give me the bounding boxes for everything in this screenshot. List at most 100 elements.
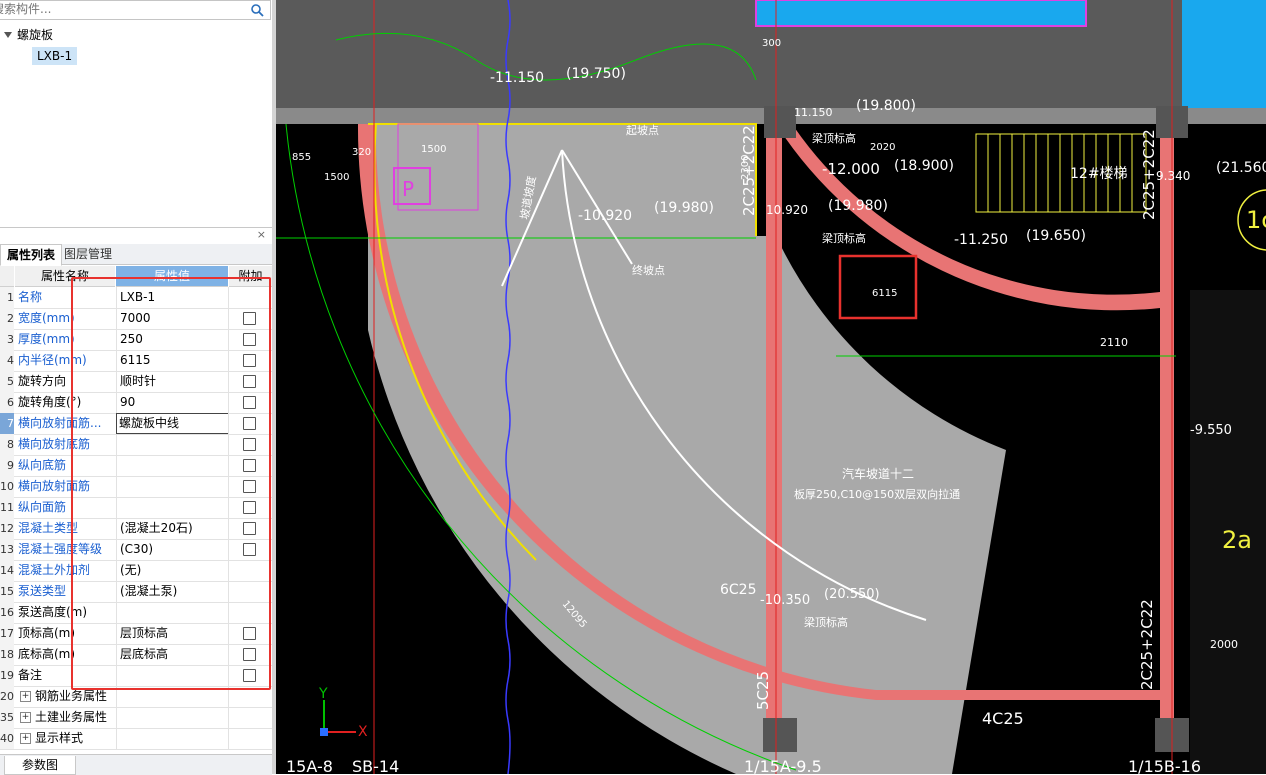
table-row[interactable]: 3 厚度(mm) 250: [0, 329, 272, 351]
cad-label: -11.250: [954, 232, 1008, 248]
extra-checkbox[interactable]: [243, 459, 256, 472]
extra-checkbox[interactable]: [243, 669, 256, 682]
extra-cell: [228, 497, 269, 518]
extra-checkbox[interactable]: [243, 543, 256, 556]
tree-node-spiral-slab[interactable]: 螺旋板: [4, 26, 53, 43]
property-value[interactable]: (混凝土20石): [116, 518, 230, 539]
table-row[interactable]: 10 横向放射面筋: [0, 476, 272, 498]
table-row[interactable]: 2 宽度(mm) 7000: [0, 308, 272, 330]
property-name: 旋转角度(°): [18, 395, 82, 409]
property-value[interactable]: [116, 476, 230, 497]
search-input[interactable]: [0, 1, 232, 17]
water-area-right: [1182, 0, 1266, 108]
table-row[interactable]: 9 纵向底筋: [0, 455, 272, 477]
extra-checkbox[interactable]: [243, 312, 256, 325]
property-value[interactable]: 90: [116, 392, 230, 413]
property-value[interactable]: [116, 455, 230, 476]
extra-checkbox[interactable]: [243, 396, 256, 409]
extra-checkbox[interactable]: [243, 438, 256, 451]
cad-label: 12#楼梯: [1070, 166, 1128, 182]
property-name: 旋转方向: [18, 374, 67, 388]
axis-y-label: Y: [318, 686, 328, 702]
property-value[interactable]: (混凝土泵): [116, 581, 230, 602]
tab-layer-management[interactable]: 图层管理: [58, 244, 118, 264]
table-row[interactable]: 17 顶标高(m) 层顶标高: [0, 623, 272, 645]
table-row[interactable]: 16 泵送高度(m): [0, 602, 272, 624]
table-row[interactable]: 13 混凝土强度等级 (C30): [0, 539, 272, 561]
property-tabs: 属性列表 图层管理: [0, 244, 272, 266]
column-3: [763, 718, 797, 752]
extra-cell: [228, 455, 269, 476]
extra-checkbox[interactable]: [243, 333, 256, 346]
property-value[interactable]: 顺时针: [116, 371, 230, 392]
property-value[interactable]: 6115: [116, 350, 230, 371]
cad-drawing-canvas[interactable]: -11.150 (19.750) 300 11.150 (19.800) 起坡点…: [276, 0, 1266, 774]
table-row-group[interactable]: 40 + 显示样式: [0, 728, 272, 750]
property-value[interactable]: [116, 497, 230, 518]
property-value[interactable]: [116, 602, 230, 623]
cad-label: 1500: [421, 144, 446, 155]
expand-plus-icon[interactable]: +: [20, 733, 31, 744]
cad-label: -12.000: [822, 160, 880, 178]
table-row[interactable]: 19 备注: [0, 665, 272, 687]
table-row[interactable]: 11 纵向面筋: [0, 497, 272, 519]
table-row[interactable]: 14 混凝土外加剂 (无): [0, 560, 272, 582]
table-row[interactable]: 15 泵送类型 (混凝土泵): [0, 581, 272, 603]
property-value[interactable]: (C30): [116, 539, 230, 560]
extra-cell: [228, 434, 269, 455]
property-name: 泵送类型: [18, 584, 67, 598]
property-value[interactable]: [116, 665, 230, 686]
ramp-beam-inner: [776, 124, 1160, 311]
extra-checkbox[interactable]: [243, 501, 256, 514]
table-row-group[interactable]: 20 + 钢筋业务属性: [0, 686, 272, 708]
expand-plus-icon[interactable]: +: [20, 712, 31, 723]
table-row[interactable]: 12 混凝土类型 (混凝土20石): [0, 518, 272, 540]
table-row[interactable]: 8 横向放射底筋: [0, 434, 272, 456]
table-row-group[interactable]: 35 + 土建业务属性: [0, 707, 272, 729]
cad-label: (18.900): [894, 158, 954, 174]
property-value[interactable]: 7000: [116, 308, 230, 329]
cad-label: 320: [352, 147, 371, 158]
expand-plus-icon[interactable]: +: [20, 691, 31, 702]
extra-checkbox[interactable]: [243, 417, 256, 430]
grid-corner: [0, 266, 14, 287]
row-number: 11: [0, 497, 14, 518]
table-row[interactable]: 4 内半径(mm) 6115: [0, 350, 272, 372]
table-row[interactable]: 5 旋转方向 顺时针: [0, 371, 272, 393]
extra-checkbox[interactable]: [243, 522, 256, 535]
tree-node-lxb-1[interactable]: LXB-1: [32, 47, 78, 65]
property-name: 纵向底筋: [18, 458, 67, 472]
extra-cell: [228, 644, 269, 665]
property-value[interactable]: 层顶标高: [116, 623, 230, 644]
table-row[interactable]: 18 底标高(m) 层底标高: [0, 644, 272, 666]
grid-header-extra: 附加: [229, 266, 272, 287]
table-row-selected[interactable]: 7 横向放射面筋... 螺旋板中线: [0, 413, 272, 435]
close-icon[interactable]: ×: [257, 228, 266, 241]
extra-checkbox[interactable]: [243, 375, 256, 388]
row-number: 20: [0, 686, 14, 707]
extra-checkbox[interactable]: [243, 480, 256, 493]
extra-cell: [228, 371, 269, 392]
column-1: [764, 106, 796, 138]
tab-parameter-diagram[interactable]: 参数图: [4, 756, 76, 775]
tab-property-list[interactable]: 属性列表: [0, 244, 63, 266]
search-box[interactable]: [0, 0, 271, 20]
table-row[interactable]: 6 旋转角度(°) 90: [0, 392, 272, 414]
collapse-arrow-icon[interactable]: [4, 31, 12, 38]
extra-checkbox[interactable]: [243, 354, 256, 367]
property-value[interactable]: [116, 434, 230, 455]
extra-checkbox[interactable]: [243, 648, 256, 661]
cad-label: 梁顶标高: [804, 615, 848, 629]
extra-cell: [228, 308, 269, 329]
extra-cell: [228, 539, 269, 560]
property-value: [116, 728, 230, 749]
property-value[interactable]: 250: [116, 329, 230, 350]
property-name: 横向放射面筋...: [18, 416, 102, 430]
extra-checkbox[interactable]: [243, 627, 256, 640]
property-value[interactable]: 螺旋板中线: [116, 413, 229, 434]
property-value[interactable]: 层底标高: [116, 644, 230, 665]
property-value[interactable]: (无): [116, 560, 230, 581]
property-value[interactable]: LXB-1: [116, 287, 230, 308]
search-icon[interactable]: [250, 3, 264, 17]
table-row[interactable]: 1 名称 LXB-1: [0, 287, 272, 309]
